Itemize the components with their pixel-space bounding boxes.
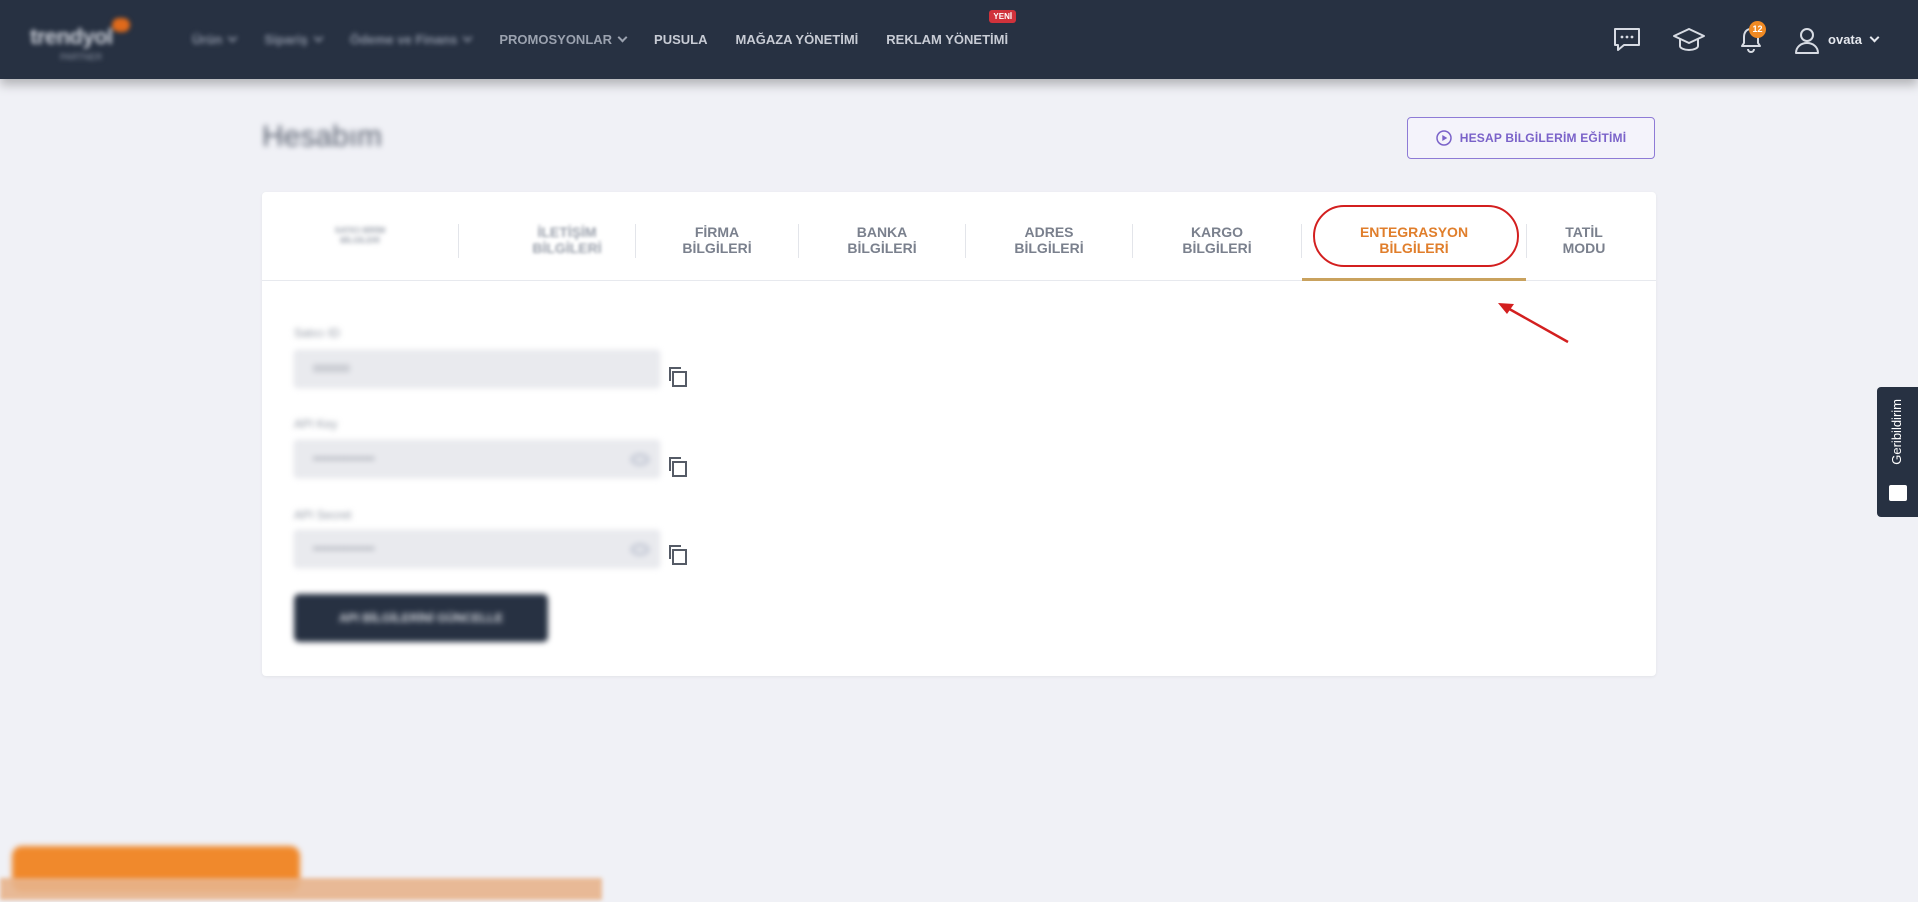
api-secret-field[interactable]: •••••••••••••••• [294,530,660,568]
tab-iletisim-bilgileri[interactable]: İLETİŞİM BİLGİLERİ [472,224,662,268]
nav-magaza-yonetimi-label: MAĞAZA YÖNETİMİ [735,32,859,47]
tab-label-line2: BİLGİLERİ [847,240,917,256]
trendyol-logo[interactable]: trendyol PARTNER [30,14,142,64]
eye-icon[interactable] [631,544,649,555]
nav-odeme-finans[interactable]: Ödeme ve Finans [349,32,473,47]
tab-adres-bilgileri[interactable]: ADRES BİLGİLERİ [966,224,1132,268]
annotation-arrow-icon [1498,303,1569,344]
tab-tatil-modu[interactable]: TATİL MODU [1527,224,1641,268]
tab-satici-bilgileri[interactable]: SATICI BİRİM BİLGİLERİ [282,226,438,270]
main-nav: Ürün Sipariş Ödeme ve Finans PROMOSYONLA… [192,0,1036,79]
logo-subtext: PARTNER [60,52,103,62]
feedback-tab[interactable]: Geribildirim [1877,387,1918,517]
nav-reklam-yonetimi-label: REKLAM YÖNETİMİ [886,32,1009,47]
nav-siparis[interactable]: Sipariş [264,32,324,47]
user-icon [1795,27,1820,54]
page-title: Hesabım [262,120,383,153]
eye-icon[interactable] [631,454,649,465]
account-training-button[interactable]: HESAP BİLGİLERİM EĞİTİMİ [1407,117,1655,159]
seller-id-value: 000000 [313,363,350,375]
logo-mark [112,18,130,32]
tab-label-line1: BANKA [856,224,908,240]
topbar-actions: 12 ovata [1582,0,1880,79]
account-card: SATICI BİRİM BİLGİLERİ İLETİŞİM BİLGİLERİ … [262,192,1656,676]
tab-label-line2: BİLGİLERİ [1182,240,1252,256]
nav-urun-label: Ürün [192,32,223,47]
chevron-down-icon [313,32,324,43]
chat-icon[interactable] [1610,23,1644,57]
tab-label-line1: ADRES [1024,224,1074,240]
play-icon [1435,130,1452,146]
nav-pusula[interactable]: PUSULA [654,32,707,47]
nav-siparis-label: Sipariş [264,32,308,47]
nav-reklam-yonetimi[interactable]: REKLAM YÖNETİMİ YENİ [886,10,1017,47]
nav-urun[interactable]: Ürün [192,32,238,47]
copy-icon[interactable] [665,364,691,390]
nav-odeme-finans-label: Ödeme ve Finans [349,32,458,47]
copy-icon[interactable] [665,542,691,568]
api-key-field[interactable]: •••••••••••••••• [294,440,660,478]
new-badge: YENİ [989,10,1017,23]
seller-id-label: Satıcı ID [294,326,341,340]
chevron-down-icon [617,32,628,43]
api-secret-label: API Secret [294,508,352,522]
user-menu[interactable]: ovata [1794,26,1880,54]
copy-icon[interactable] [665,454,691,480]
tab-firma-bilgileri[interactable]: FİRMA BİLGİLERİ [636,224,798,268]
api-key-value: •••••••••••••••• [313,453,375,465]
account-tabs: SATICI BİRİM BİLGİLERİ İLETİŞİM BİLGİLERİ … [262,192,1656,281]
tab-kargo-bilgileri[interactable]: KARGO BİLGİLERİ [1133,224,1301,268]
nav-pusula-label: PUSULA [654,32,708,47]
tab-divider [458,224,459,258]
chevron-down-icon [1869,32,1880,43]
chevron-down-icon [227,32,238,43]
feedback-icon [1889,485,1907,501]
annotation-highlight-oval [1313,205,1519,267]
update-api-button[interactable]: API BİLGİLERİNİ GÜNCELLE [294,594,548,642]
tab-label-line1: İLETİŞİM [537,224,597,240]
tab-label-line1: SATICI BİRİM [334,226,386,235]
tab-label-line2: BİLGİLERİ [1014,240,1084,256]
status-strip [0,878,602,900]
tab-label-line1: KARGO [1190,224,1244,240]
nav-magaza-yonetimi[interactable]: MAĞAZA YÖNETİMİ [735,32,858,47]
tab-label-line1: FİRMA [694,224,740,240]
logo-text: trendyol [30,24,113,49]
user-name: ovata [1828,32,1862,47]
chevron-down-icon [462,32,473,43]
api-key-label: API Key [294,417,338,431]
seller-id-field[interactable]: 000000 [294,350,660,388]
api-secret-value: •••••••••••••••• [313,543,375,555]
tab-label-line2: BİLGİLERİ [682,240,752,256]
tab-label-line2: BİLGİLERİ [532,240,602,256]
graduation-cap-icon[interactable] [1672,23,1706,57]
feedback-label: Geribildirim [1889,399,1904,465]
active-tab-indicator [1302,278,1526,281]
tab-banka-bilgileri[interactable]: BANKA BİLGİLERİ [799,224,965,268]
tab-label-line2: MODU [1562,240,1606,256]
bell-icon[interactable]: 12 [1734,20,1768,57]
training-button-label: HESAP BİLGİLERİM EĞİTİMİ [1459,131,1627,145]
tab-label-line2: BİLGİLERİ [340,236,380,245]
notification-count-badge: 12 [1749,20,1767,38]
nav-promosyonlar[interactable]: PROMOSYONLAR [499,32,628,47]
top-navigation-bar: trendyol PARTNER Ürün Sipariş Ödeme ve F… [0,0,1918,79]
tab-label-line1: TATİL [1565,224,1603,240]
nav-promosyonlar-label: PROMOSYONLAR [499,32,613,47]
